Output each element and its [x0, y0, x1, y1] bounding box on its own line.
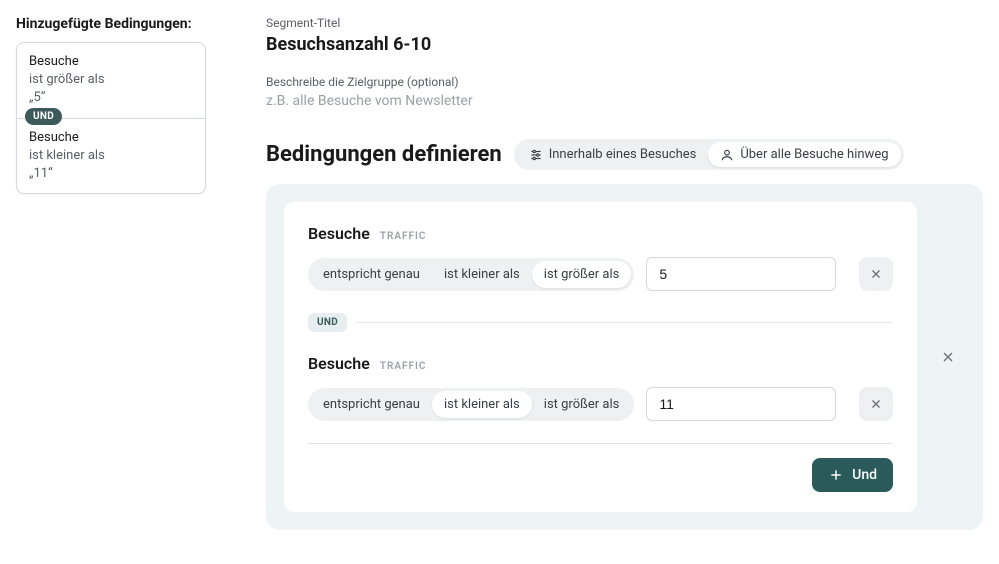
add-and-rule-button[interactable]: Und	[812, 458, 893, 492]
connector-chip: UND	[308, 313, 347, 332]
connector-divider: UND	[17, 118, 205, 119]
sidebar-title: Hinzugefügte Bedingungen:	[16, 16, 206, 32]
op-greater-than[interactable]: ist größer als	[532, 391, 632, 418]
section-heading: Bedingungen definieren	[266, 142, 502, 167]
condition-summary-card[interactable]: Besuche ist kleiner als „11“	[17, 119, 205, 194]
segment-title-label: Segment-Titel	[266, 16, 983, 30]
op-less-than[interactable]: ist kleiner als	[432, 261, 532, 288]
condition-operator: ist größer als	[29, 71, 193, 89]
sliders-icon	[529, 148, 543, 162]
operator-toggle: entspricht genau ist kleiner als ist grö…	[308, 388, 634, 421]
rule-divider	[308, 443, 893, 444]
scope-across-visits[interactable]: Über alle Besuche hinweg	[708, 142, 900, 167]
add-and-label: Und	[852, 467, 877, 483]
description-label: Beschreibe die Zielgruppe (optional)	[266, 75, 983, 89]
rule-value-input[interactable]	[646, 387, 836, 421]
rule-connector: UND	[308, 313, 893, 332]
condition-operator: ist kleiner als	[29, 147, 193, 165]
sidebar: Hinzugefügte Bedingungen: Besuche ist gr…	[16, 16, 206, 194]
connector-pill: UND	[25, 108, 62, 125]
scope-toggle: Innerhalb eines Besuches Über alle Besuc…	[514, 139, 904, 170]
condition-title: Besuche	[29, 53, 193, 71]
op-greater-than[interactable]: ist größer als	[532, 261, 632, 288]
op-exact[interactable]: entspricht genau	[311, 261, 432, 288]
remove-group-button[interactable]	[931, 340, 965, 374]
close-icon	[869, 267, 883, 281]
close-icon	[940, 349, 956, 365]
operator-toggle: entspricht genau ist kleiner als ist grö…	[308, 258, 634, 291]
user-icon	[720, 148, 734, 162]
rule-title: Besuche	[308, 224, 370, 243]
rule-block: Besuche TRAFFIC entspricht genau ist kle…	[308, 354, 893, 421]
rule-title: Besuche	[308, 354, 370, 373]
segment-title[interactable]: Besuchsanzahl 6-10	[266, 34, 983, 55]
rules-editor: Besuche TRAFFIC entspricht genau ist kle…	[266, 184, 983, 530]
remove-rule-button[interactable]	[859, 257, 893, 291]
rule-block: Besuche TRAFFIC entspricht genau ist kle…	[308, 224, 893, 291]
condition-value: „5“	[29, 89, 193, 107]
condition-summary-card[interactable]: Besuche ist größer als „5“	[17, 43, 205, 118]
connector-line	[357, 322, 893, 323]
rule-value-input[interactable]	[646, 257, 836, 291]
scope-within-visit[interactable]: Innerhalb eines Besuches	[517, 142, 709, 167]
remove-rule-button[interactable]	[859, 387, 893, 421]
op-exact[interactable]: entspricht genau	[311, 391, 432, 418]
rules-group: Besuche TRAFFIC entspricht genau ist kle…	[284, 202, 917, 512]
op-less-than[interactable]: ist kleiner als	[432, 391, 532, 418]
scope-within-label: Innerhalb eines Besuches	[549, 147, 697, 162]
plus-icon	[828, 467, 844, 483]
scope-across-label: Über alle Besuche hinweg	[740, 147, 888, 162]
main-panel: Segment-Titel Besuchsanzahl 6-10 Beschre…	[266, 16, 983, 530]
rule-category-tag: TRAFFIC	[380, 361, 427, 372]
condition-summary-stack: Besuche ist größer als „5“ UND Besuche i…	[16, 42, 206, 194]
condition-value: „11“	[29, 165, 193, 183]
close-icon	[869, 397, 883, 411]
rule-category-tag: TRAFFIC	[380, 231, 427, 242]
condition-title: Besuche	[29, 129, 193, 147]
description-placeholder[interactable]: z.B. alle Besuche vom Newsletter	[266, 93, 983, 109]
